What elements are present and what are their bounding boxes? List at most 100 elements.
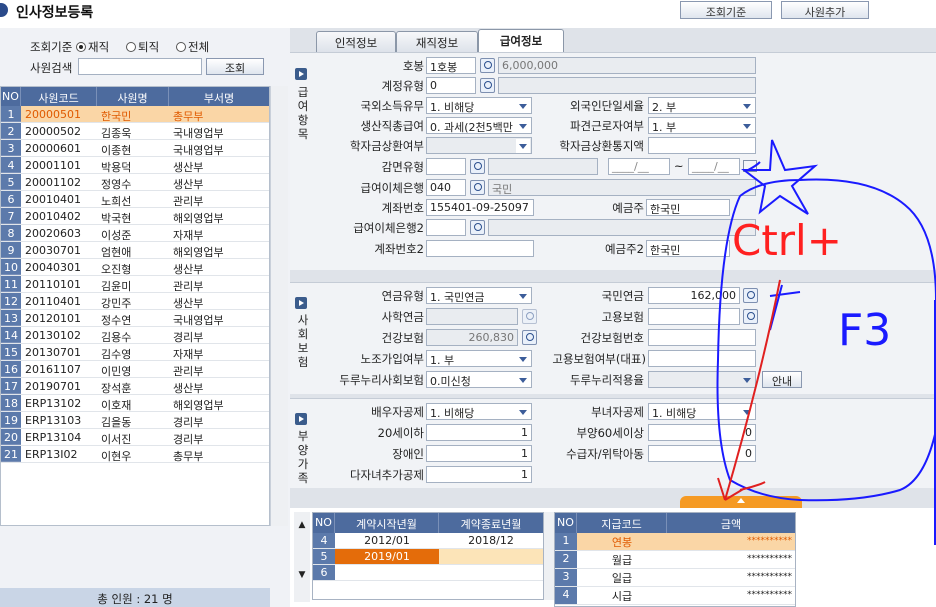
scroll-up-icon[interactable]: ▲ — [294, 520, 310, 530]
tab-employment[interactable]: 재직정보 — [396, 31, 478, 52]
row-name: 노희선 — [101, 195, 132, 207]
health-ins-no-input[interactable] — [648, 329, 756, 346]
row-no: 13 — [1, 310, 21, 326]
scroll-down-icon[interactable]: ▼ — [294, 570, 310, 580]
bottom-area: ▲ ▼ NO 계약시작년월 계약종료년월 4 2012/01 2018/12 5 201… — [290, 508, 936, 607]
female-label: 부녀자공제 — [591, 405, 644, 419]
contract-row[interactable]: 4 2012/01 2018/12 — [313, 533, 543, 549]
employee-row[interactable]: 15 20130701 김수영 자재부 — [1, 344, 269, 361]
pay-code-row[interactable]: 4 시급 ********** — [555, 587, 795, 605]
production-pay-select[interactable]: 0. 과세(2천5백만 — [426, 117, 532, 134]
employee-row[interactable]: 17 20190701 장석훈 생산부 — [1, 378, 269, 395]
row-dept: 국내영업부 — [173, 144, 224, 156]
union-select[interactable]: 1. 부 — [426, 350, 532, 367]
pension-type-select[interactable]: 1. 국민연금 — [426, 287, 532, 304]
pay-code-row[interactable]: 2 월급 ********** — [555, 551, 795, 569]
employee-row[interactable]: 21 ERP13I02 이현우 총무부 — [1, 446, 269, 463]
employee-row[interactable]: 7 20010402 박국현 해외영업부 — [1, 208, 269, 225]
employee-row[interactable]: 13 20120101 정수연 국내영업부 — [1, 310, 269, 327]
calendar-icon[interactable] — [743, 160, 757, 172]
pay-section-label: 급여항목 — [297, 85, 309, 141]
bank-search-icon[interactable] — [470, 180, 485, 195]
emp-ins-rep-input[interactable] — [648, 350, 756, 367]
guide-button[interactable]: 안내 — [762, 371, 802, 388]
bank2-code-input[interactable] — [426, 219, 466, 236]
employment-ins-input[interactable] — [648, 308, 740, 325]
pension-type-label: 연금유형 — [381, 289, 424, 303]
chevron-down-icon — [740, 99, 754, 113]
row-dept: 생산부 — [173, 382, 204, 394]
national-pension-input[interactable]: 162,000 — [648, 287, 740, 304]
over60-input[interactable]: 0 — [648, 424, 756, 441]
student-loan-select[interactable] — [426, 137, 532, 154]
employee-grid-scrollbar[interactable] — [270, 86, 288, 526]
account2-input[interactable] — [426, 240, 534, 257]
employee-row[interactable]: 9 20030701 엄현애 해외영업부 — [1, 242, 269, 259]
employment-ins-search-icon[interactable] — [743, 309, 758, 324]
row-name: 박용덕 — [101, 161, 132, 173]
reduction-search-icon[interactable] — [470, 159, 485, 174]
under20-input[interactable]: 1 — [426, 424, 532, 441]
foreign-income-select[interactable]: 1. 비해당 — [426, 97, 532, 114]
disabled-input[interactable]: 1 — [426, 445, 532, 462]
student-loan-notice-input[interactable] — [648, 137, 756, 154]
expand-panel-icon[interactable] — [680, 496, 802, 508]
reduction-date-from[interactable]: ____/__ — [608, 158, 670, 175]
row-name: 오진형 — [101, 263, 132, 275]
lookup-criteria-button[interactable]: 조회기준 — [680, 1, 772, 19]
national-pension-search-icon[interactable] — [743, 288, 758, 303]
contract-type-input[interactable]: 0 — [426, 77, 476, 94]
radio-retired[interactable]: 퇴직 — [126, 39, 159, 55]
employee-row[interactable]: 1 20000501 한국민 총무부 — [1, 106, 269, 123]
employee-row[interactable]: 2 20000502 김종욱 국내영업부 — [1, 123, 269, 140]
tab-personal[interactable]: 인적정보 — [316, 31, 396, 52]
pay-grade-search-icon[interactable] — [480, 58, 495, 73]
employee-row[interactable]: 3 20000601 이종현 국내영업부 — [1, 140, 269, 157]
contract-row[interactable]: 6 — [313, 565, 543, 581]
contract-type-search-icon[interactable] — [480, 78, 495, 93]
pay-grade-input[interactable]: 1호봉 — [426, 57, 476, 74]
pay-code-row[interactable]: 3 일급 ********** — [555, 569, 795, 587]
employee-row[interactable]: 20 ERP13104 이서진 경리부 — [1, 429, 269, 446]
bank2-search-icon[interactable] — [470, 220, 485, 235]
row-name: 강민주 — [101, 297, 132, 309]
employee-row[interactable]: 6 20010401 노희선 관리부 — [1, 191, 269, 208]
employee-row[interactable]: 19 ERP13103 김을동 경리부 — [1, 412, 269, 429]
spouse-select[interactable]: 1. 비해당 — [426, 403, 532, 420]
employee-row[interactable]: 11 20110101 김윤미 관리부 — [1, 276, 269, 293]
employee-row[interactable]: 14 20130102 김용수 경리부 — [1, 327, 269, 344]
depositor2-input[interactable]: 한국민 — [646, 240, 730, 257]
dispatch-select[interactable]: 1. 부 — [648, 117, 756, 134]
employee-row[interactable]: 18 ERP13102 이호재 해외영업부 — [1, 395, 269, 412]
health-ins-search-icon[interactable] — [522, 330, 537, 345]
foreigner-tax-select[interactable]: 2. 부 — [648, 97, 756, 114]
bank-code-input[interactable]: 040 — [426, 179, 466, 196]
contract-scrollbar[interactable]: ▲ ▼ — [294, 512, 310, 602]
pay-code-row[interactable]: 1 연봉 ********** — [555, 533, 795, 551]
private-pension-search-icon[interactable] — [522, 309, 537, 324]
reduction-date-to[interactable]: ____/__ — [688, 158, 740, 175]
multichild-input[interactable]: 1 — [426, 466, 532, 483]
radio-all[interactable]: 전체 — [176, 39, 209, 55]
employee-row[interactable]: 16 20161107 이민영 관리부 — [1, 361, 269, 378]
female-select[interactable]: 1. 비해당 — [648, 403, 756, 420]
employee-row[interactable]: 5 20001102 정영수 생산부 — [1, 174, 269, 191]
tab-salary[interactable]: 급여정보 — [478, 29, 564, 52]
add-employee-button[interactable]: 사원추가 — [781, 1, 869, 19]
employee-row[interactable]: 4 20001101 박용덕 생산부 — [1, 157, 269, 174]
employee-search-input[interactable] — [78, 58, 202, 75]
employee-row[interactable]: 8 20020603 이성준 자재부 — [1, 225, 269, 242]
row-no: 21 — [1, 446, 21, 462]
search-button[interactable]: 조회 — [206, 58, 264, 75]
account-input[interactable]: 155401-09-25097 — [426, 199, 534, 216]
durunuri-select[interactable]: 0.미신청 — [426, 371, 532, 388]
contract-row[interactable]: 5 2019/01 — [313, 549, 543, 565]
welfare-input[interactable]: 0 — [648, 445, 756, 462]
employee-row[interactable]: 12 20110401 강민주 생산부 — [1, 293, 269, 310]
depositor-input[interactable]: 한국민 — [646, 199, 730, 216]
reduction-type-label: 감면유형 — [381, 160, 424, 174]
employee-row[interactable]: 10 20040301 오진형 생산부 — [1, 259, 269, 276]
reduction-type-input[interactable] — [426, 158, 466, 175]
radio-active[interactable]: 재직 — [76, 39, 109, 55]
dependents-bullet-icon — [295, 413, 307, 425]
